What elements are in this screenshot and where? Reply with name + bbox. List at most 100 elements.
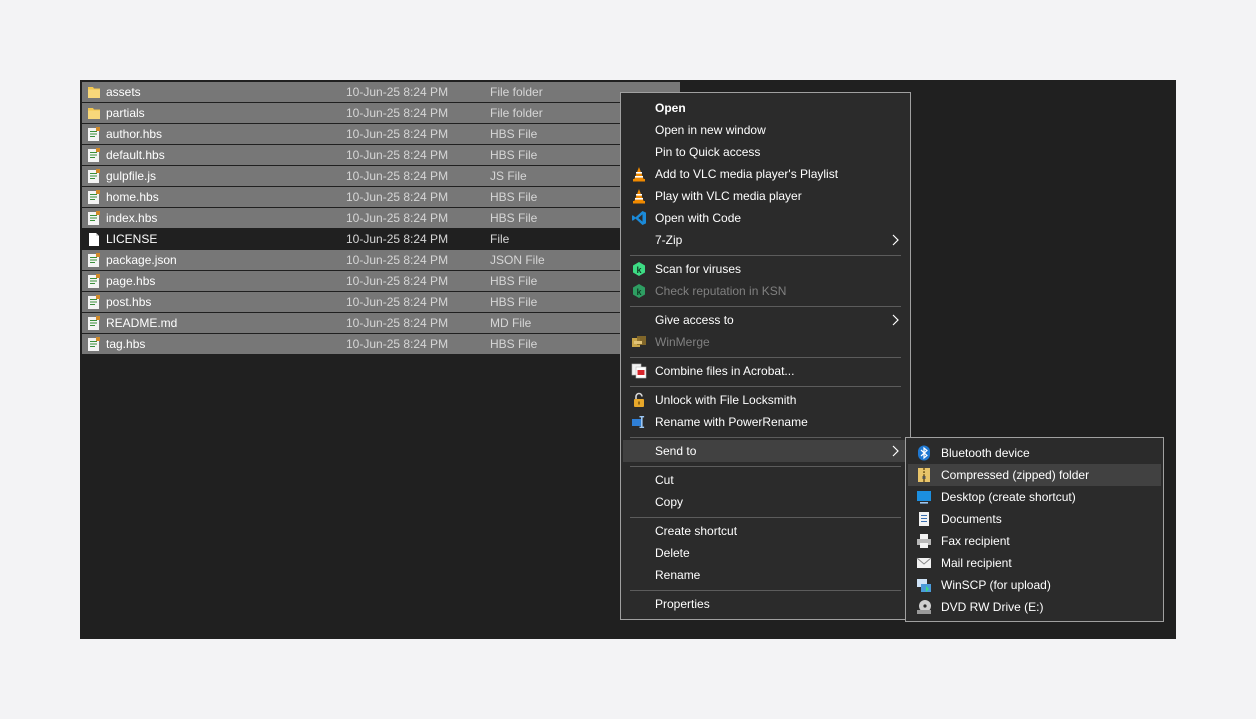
menu-item-scan-viruses[interactable]: k Scan for viruses	[623, 258, 908, 280]
menu-separator	[630, 517, 901, 518]
file-type: HBS File	[490, 274, 538, 288]
menu-item-check-reputation[interactable]: k Check reputation in KSN	[623, 280, 908, 302]
menu-item-combine-acrobat[interactable]: Combine files in Acrobat...	[623, 360, 908, 382]
text-file-icon	[87, 274, 101, 289]
dvd-drive-icon	[916, 599, 932, 615]
acrobat-icon	[631, 363, 647, 379]
menu-item-label: Bluetooth device	[941, 446, 1030, 460]
file-row[interactable]: README.md 10-Jun-25 8:24 PM MD File	[82, 313, 680, 333]
file-type: JS File	[490, 169, 527, 183]
file-date-modified: 10-Jun-25 8:24 PM	[346, 106, 449, 120]
file-name: assets	[106, 85, 141, 99]
menu-separator	[630, 306, 901, 307]
menu-item-label: Rename with PowerRename	[655, 415, 808, 429]
menu-item-open-with-code[interactable]: Open with Code	[623, 207, 908, 229]
sendto-item-desktop[interactable]: Desktop (create shortcut)	[908, 486, 1161, 508]
file-name: author.hbs	[106, 127, 163, 141]
menu-item-label: Desktop (create shortcut)	[941, 490, 1076, 504]
menu-item-vlc-add-playlist[interactable]: Add to VLC media player's Playlist	[623, 163, 908, 185]
menu-separator	[630, 357, 901, 358]
file-name: package.json	[106, 253, 177, 267]
menu-item-label: Rename	[655, 568, 701, 582]
file-row[interactable]: home.hbs 10-Jun-25 8:24 PM HBS File	[82, 187, 680, 207]
text-file-icon	[87, 253, 101, 268]
menu-item-label: Copy	[655, 495, 684, 509]
menu-item-copy[interactable]: Copy	[623, 491, 908, 513]
file-row[interactable]: LICENSE 10-Jun-25 8:24 PM File	[82, 229, 680, 249]
text-file-icon	[87, 211, 101, 226]
menu-item-pin-quick-access[interactable]: Pin to Quick access	[623, 141, 908, 163]
menu-item-cut[interactable]: Cut	[623, 469, 908, 491]
kaspersky-icon: k	[631, 283, 647, 299]
winscp-icon	[916, 577, 932, 593]
menu-item-label: Delete	[655, 546, 690, 560]
file-row[interactable]: partials 10-Jun-25 8:24 PM File folder	[82, 103, 680, 123]
menu-item-label: Give access to	[655, 313, 734, 327]
file-row[interactable]: page.hbs 10-Jun-25 8:24 PM HBS File	[82, 271, 680, 291]
file-row[interactable]: default.hbs 10-Jun-25 8:24 PM HBS File	[82, 145, 680, 165]
menu-item-delete[interactable]: Delete	[623, 542, 908, 564]
text-file-icon	[87, 127, 101, 142]
sendto-item-dvd-drive[interactable]: DVD RW Drive (E:)	[908, 596, 1161, 618]
file-date-modified: 10-Jun-25 8:24 PM	[346, 253, 449, 267]
file-type: HBS File	[490, 211, 538, 225]
sendto-item-documents[interactable]: Documents	[908, 508, 1161, 530]
menu-item-open[interactable]: Open	[623, 97, 908, 119]
menu-item-vlc-play[interactable]: Play with VLC media player	[623, 185, 908, 207]
file-name: README.md	[106, 316, 178, 330]
menu-item-label: Fax recipient	[941, 534, 1010, 548]
file-row[interactable]: author.hbs 10-Jun-25 8:24 PM HBS File	[82, 124, 680, 144]
menu-item-label: WinMerge	[655, 335, 710, 349]
documents-icon	[916, 511, 932, 527]
text-file-icon	[87, 295, 101, 310]
chevron-right-icon	[890, 229, 900, 251]
menu-item-label: DVD RW Drive (E:)	[941, 600, 1044, 614]
sendto-item-fax[interactable]: Fax recipient	[908, 530, 1161, 552]
file-type: File folder	[490, 85, 543, 99]
sendto-item-mail[interactable]: Mail recipient	[908, 552, 1161, 574]
file-name: gulpfile.js	[106, 169, 157, 183]
menu-item-label: 7-Zip	[655, 233, 683, 247]
menu-item-label: Cut	[655, 473, 674, 487]
menu-item-open-new-window[interactable]: Open in new window	[623, 119, 908, 141]
menu-item-label: Add to VLC media player's Playlist	[655, 167, 839, 181]
menu-separator	[630, 386, 901, 387]
menu-item-label: Combine files in Acrobat...	[655, 364, 795, 378]
menu-item-properties[interactable]: Properties	[623, 593, 908, 615]
menu-item-unlock-locksmith[interactable]: Unlock with File Locksmith	[623, 389, 908, 411]
menu-item-create-shortcut[interactable]: Create shortcut	[623, 520, 908, 542]
sendto-item-compressed-folder[interactable]: Compressed (zipped) folder	[908, 464, 1161, 486]
menu-item-give-access[interactable]: Give access to	[623, 309, 908, 331]
file-row[interactable]: assets 10-Jun-25 8:24 PM File folder	[82, 82, 680, 102]
menu-item-send-to[interactable]: Send to	[623, 440, 908, 462]
sendto-item-winscp[interactable]: WinSCP (for upload)	[908, 574, 1161, 596]
text-file-icon	[87, 337, 101, 352]
file-name: post.hbs	[106, 295, 152, 309]
menu-item-winmerge[interactable]: WinMerge	[623, 331, 908, 353]
chevron-right-icon	[890, 440, 900, 462]
vscode-icon	[631, 210, 647, 226]
menu-item-rename-powerrename[interactable]: Rename with PowerRename	[623, 411, 908, 433]
vlc-icon	[631, 166, 647, 182]
menu-separator	[630, 590, 901, 591]
menu-item-label: Open in new window	[655, 123, 766, 137]
menu-item-7zip[interactable]: 7-Zip	[623, 229, 908, 251]
file-name: default.hbs	[106, 148, 165, 162]
folder-icon	[87, 85, 101, 100]
zip-folder-icon	[916, 467, 932, 483]
menu-item-label: WinSCP (for upload)	[941, 578, 1051, 592]
file-type: File folder	[490, 106, 543, 120]
file-date-modified: 10-Jun-25 8:24 PM	[346, 295, 449, 309]
file-row[interactable]: post.hbs 10-Jun-25 8:24 PM HBS File	[82, 292, 680, 312]
file-row[interactable]: gulpfile.js 10-Jun-25 8:24 PM JS File	[82, 166, 680, 186]
file-type: JSON File	[490, 253, 545, 267]
file-row[interactable]: index.hbs 10-Jun-25 8:24 PM HBS File	[82, 208, 680, 228]
sendto-item-bluetooth[interactable]: Bluetooth device	[908, 442, 1161, 464]
menu-item-rename[interactable]: Rename	[623, 564, 908, 586]
file-row[interactable]: tag.hbs 10-Jun-25 8:24 PM HBS File	[82, 334, 680, 354]
file-name: LICENSE	[106, 232, 158, 246]
winmerge-icon	[631, 334, 647, 350]
bluetooth-icon	[916, 445, 932, 461]
file-name: page.hbs	[106, 274, 156, 288]
file-row[interactable]: package.json 10-Jun-25 8:24 PM JSON File	[82, 250, 680, 270]
